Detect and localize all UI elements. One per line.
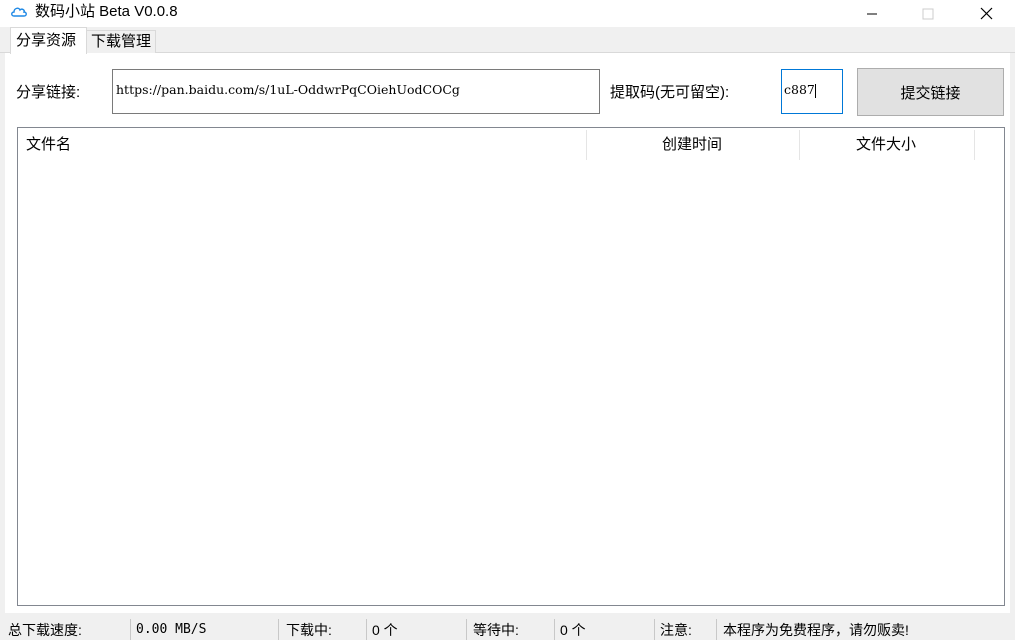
minimize-icon bbox=[866, 8, 878, 20]
status-divider bbox=[654, 619, 655, 640]
column-file-name[interactable]: 文件名 bbox=[26, 128, 71, 161]
extract-code-value: c887 bbox=[784, 82, 815, 97]
status-divider bbox=[130, 619, 131, 640]
status-divider bbox=[278, 619, 279, 640]
status-bar: 总下载速度: 0.00 MB/S 下载中: 0 个 等待中: 0 个 注意: 本… bbox=[0, 617, 1015, 640]
downloading-label: 下载中: bbox=[286, 622, 332, 638]
column-divider[interactable] bbox=[799, 130, 800, 160]
waiting-label: 等待中: bbox=[473, 622, 519, 638]
file-list[interactable]: 文件名 创建时间 文件大小 bbox=[17, 127, 1005, 606]
text-caret bbox=[815, 84, 816, 98]
app-window: 数码小站 Beta V0.0.8 分享资源 下载管理 分享链接: https:/… bbox=[0, 0, 1015, 640]
extract-code-label: 提取码(无可留空): bbox=[610, 84, 730, 101]
status-divider bbox=[554, 619, 555, 640]
total-speed-label: 总下载速度: bbox=[8, 622, 82, 638]
minimize-button[interactable] bbox=[843, 0, 901, 27]
column-divider[interactable] bbox=[586, 130, 587, 160]
total-speed-value: 0.00 MB/S bbox=[136, 622, 207, 637]
close-button[interactable] bbox=[957, 0, 1015, 27]
title-bar[interactable]: 数码小站 Beta V0.0.8 bbox=[0, 0, 1015, 27]
maximize-icon bbox=[922, 8, 934, 20]
window-title: 数码小站 Beta V0.0.8 bbox=[35, 3, 178, 20]
status-divider bbox=[466, 619, 467, 640]
notice-text: 本程序为免费程序，请勿贩卖! bbox=[723, 622, 909, 638]
share-link-label: 分享链接: bbox=[16, 84, 81, 101]
submit-link-button[interactable]: 提交链接 bbox=[857, 68, 1004, 116]
extract-code-input[interactable]: c887 bbox=[781, 69, 843, 114]
tab-share-resources[interactable]: 分享资源 bbox=[10, 27, 87, 54]
notice-label: 注意: bbox=[660, 622, 692, 638]
tab-download-manager[interactable]: 下载管理 bbox=[86, 30, 156, 53]
share-link-input[interactable]: https://pan.baidu.com/s/1uL-OddwrPqCOieh… bbox=[112, 69, 600, 114]
cloud-icon bbox=[10, 4, 28, 20]
column-created-time[interactable]: 创建时间 bbox=[662, 128, 722, 161]
status-divider bbox=[366, 619, 367, 640]
close-icon bbox=[980, 7, 993, 20]
maximize-button[interactable] bbox=[899, 0, 957, 27]
downloading-value: 0 个 bbox=[372, 622, 398, 638]
tab-strip: 分享资源 下载管理 bbox=[0, 27, 1015, 54]
share-link-value: https://pan.baidu.com/s/1uL-OddwrPqCOieh… bbox=[116, 82, 460, 97]
waiting-value: 0 个 bbox=[560, 622, 586, 638]
column-file-size[interactable]: 文件大小 bbox=[856, 128, 916, 161]
status-divider bbox=[716, 619, 717, 640]
file-list-header: 文件名 创建时间 文件大小 bbox=[18, 128, 1004, 161]
column-divider[interactable] bbox=[974, 130, 975, 160]
